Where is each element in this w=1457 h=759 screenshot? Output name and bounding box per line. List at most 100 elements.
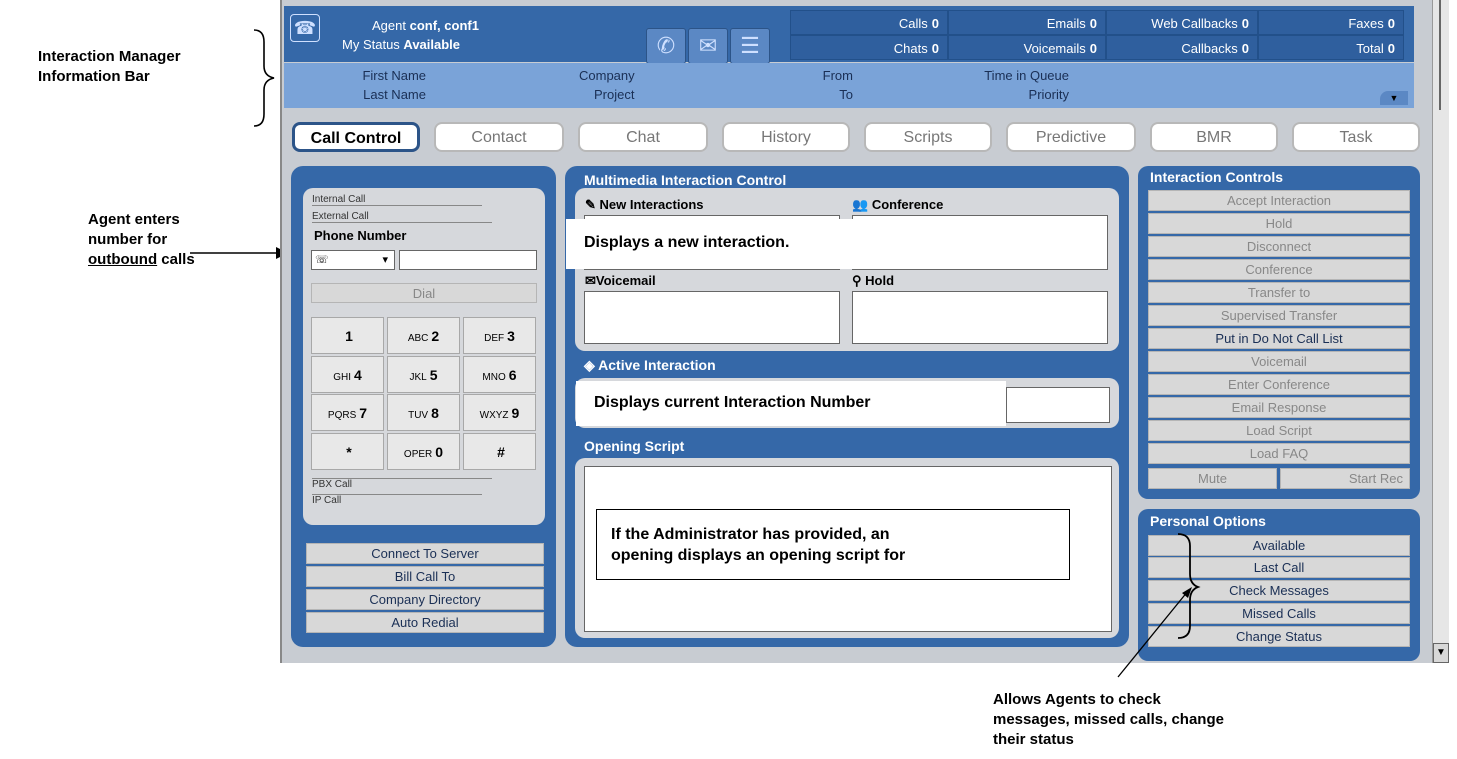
load-faq-button[interactable]: Load FAQ — [1148, 443, 1410, 464]
callout-info-bar: Interaction Manager Information Bar — [38, 47, 181, 87]
tab-chat[interactable]: Chat — [578, 122, 708, 152]
hold-button[interactable]: Hold — [1148, 213, 1410, 234]
supervised-transfer-button[interactable]: Supervised Transfer — [1148, 305, 1410, 326]
link-icon: ✎ — [585, 197, 600, 212]
tab-scripts[interactable]: Scripts — [864, 122, 992, 152]
connect-to-server-button[interactable]: Connect To Server — [306, 543, 544, 564]
conference-button[interactable]: Conference — [1148, 259, 1410, 280]
counter-calls: Calls 0 — [790, 10, 948, 35]
brace-icon — [253, 29, 275, 127]
accept-interaction-button[interactable]: Accept Interaction — [1148, 190, 1410, 211]
enter-conference-button[interactable]: Enter Conference — [1148, 374, 1410, 395]
email-media-icon[interactable]: ✉ — [688, 28, 728, 64]
tab-call-control[interactable]: Call Control — [292, 122, 420, 152]
opening-note-line: opening displays an opening script for — [611, 547, 906, 564]
key-digit: 1 — [345, 328, 353, 344]
line-select[interactable]: ☏ ▾ — [311, 250, 395, 270]
scrollbar-thumb[interactable] — [1439, 0, 1441, 110]
company-directory-button[interactable]: Company Directory — [306, 589, 544, 610]
status-value: Available — [403, 37, 461, 52]
counter-value: 0 — [931, 41, 939, 56]
agent-value: conf, conf1 — [409, 18, 479, 33]
key-5[interactable]: JKL 5 — [387, 356, 460, 393]
callout-line: number for — [88, 231, 168, 248]
voicemail-header: ✉Voicemail — [585, 273, 656, 289]
key-digit: 3 — [507, 328, 515, 344]
tab-pbx-call[interactable]: PBX Call — [312, 478, 492, 490]
hold-label: Hold — [865, 273, 895, 288]
new-interaction-note: Displays a new interaction. — [566, 219, 1086, 269]
key-0[interactable]: OPER 0 — [387, 433, 460, 470]
key-4[interactable]: GHI 4 — [311, 356, 384, 393]
agent-label: Agent — [372, 18, 406, 33]
scroll-down-icon[interactable]: ▼ — [1433, 643, 1449, 663]
disconnect-button[interactable]: Disconnect — [1148, 236, 1410, 257]
active-interaction-box[interactable] — [1006, 387, 1110, 423]
counter-value: 0 — [1089, 16, 1097, 31]
people-icon: 👥 — [852, 197, 872, 212]
counter-emails: Emails 0 — [948, 10, 1106, 35]
tab-predictive[interactable]: Predictive — [1006, 122, 1136, 152]
voicemail-button[interactable]: Voicemail — [1148, 351, 1410, 372]
key-7[interactable]: PQRS 7 — [311, 394, 384, 431]
expand-icon[interactable]: ▼ — [1380, 91, 1408, 105]
info-bar: ☎ Agent conf, conf1 My Status Available … — [284, 6, 1414, 64]
key-letters: MNO — [482, 372, 506, 383]
tab-task[interactable]: Task — [1292, 122, 1420, 152]
key-3[interactable]: DEF 3 — [463, 317, 536, 354]
key-digit: # — [497, 444, 505, 460]
key-letters: PQRS — [327, 410, 357, 421]
counter-label: Callbacks — [1181, 41, 1238, 56]
bill-call-to-button[interactable]: Bill Call To — [306, 566, 544, 587]
key-2[interactable]: ABC 2 — [387, 317, 460, 354]
mute-button[interactable]: Mute — [1148, 468, 1277, 489]
hold-box[interactable] — [852, 291, 1108, 344]
callout-line: Information Bar — [38, 68, 150, 85]
start-rec-button[interactable]: Start Rec — [1280, 468, 1410, 489]
transfer-to-button[interactable]: Transfer to — [1148, 282, 1410, 303]
tab-contact[interactable]: Contact — [434, 122, 564, 152]
load-script-button[interactable]: Load Script — [1148, 420, 1410, 441]
tab-internal-call[interactable]: Internal Call — [312, 194, 482, 206]
counter-value: 0 — [1387, 16, 1395, 31]
key-1[interactable]: 1 — [311, 317, 384, 354]
callout-line: outbound calls — [88, 250, 195, 270]
key-8[interactable]: TUV 8 — [387, 394, 460, 431]
conference-header: 👥 Conference — [852, 197, 943, 213]
key-digit: * — [346, 444, 352, 460]
key-9[interactable]: WXYZ 9 — [463, 394, 536, 431]
tab-history[interactable]: History — [722, 122, 850, 152]
interaction-controls-title: Interaction Controls — [1150, 169, 1284, 185]
field-company: Company — [579, 68, 635, 83]
chat-media-icon[interactable]: ☰ — [730, 28, 770, 64]
phone-media-icon[interactable]: ✆ — [646, 28, 686, 64]
tab-bmr[interactable]: BMR — [1150, 122, 1278, 152]
email-response-button[interactable]: Email Response — [1148, 397, 1410, 418]
do-not-call-list-button[interactable]: Put in Do Not Call List — [1148, 328, 1410, 349]
key-6[interactable]: MNO 6 — [463, 356, 536, 393]
key-digit: 2 — [431, 328, 440, 344]
field-project: Project — [594, 87, 635, 102]
key-letters: ABC — [407, 333, 429, 344]
scrollbar[interactable] — [1432, 0, 1449, 663]
dial-button[interactable]: Dial — [311, 283, 537, 303]
tab-external-call[interactable]: External Call — [312, 211, 492, 223]
active-interaction-header: ◈ Active Interaction — [584, 357, 716, 374]
auto-redial-button[interactable]: Auto Redial — [306, 612, 544, 633]
key-hash[interactable]: # — [463, 433, 536, 470]
agent-info: Agent conf, conf1 — [372, 18, 479, 34]
key-digit: 9 — [511, 405, 520, 421]
counter-value: 0 — [1089, 41, 1097, 56]
phone-number-input[interactable] — [399, 250, 537, 270]
hold-icon: ⚲ — [852, 273, 866, 288]
counter-label: Web Callbacks — [1151, 16, 1238, 31]
key-star[interactable]: * — [311, 433, 384, 470]
telephone-icon: ☎ — [290, 14, 320, 42]
counter-callbacks: Callbacks 0 — [1106, 35, 1258, 60]
callout-line: Allows Agents to check — [993, 691, 1161, 708]
arrow-icon — [190, 247, 288, 259]
tab-ip-call[interactable]: IP Call — [312, 494, 482, 506]
field-priority: Priority — [1028, 87, 1069, 102]
voicemail-box[interactable] — [584, 291, 840, 344]
callout-line: their status — [993, 731, 1074, 748]
